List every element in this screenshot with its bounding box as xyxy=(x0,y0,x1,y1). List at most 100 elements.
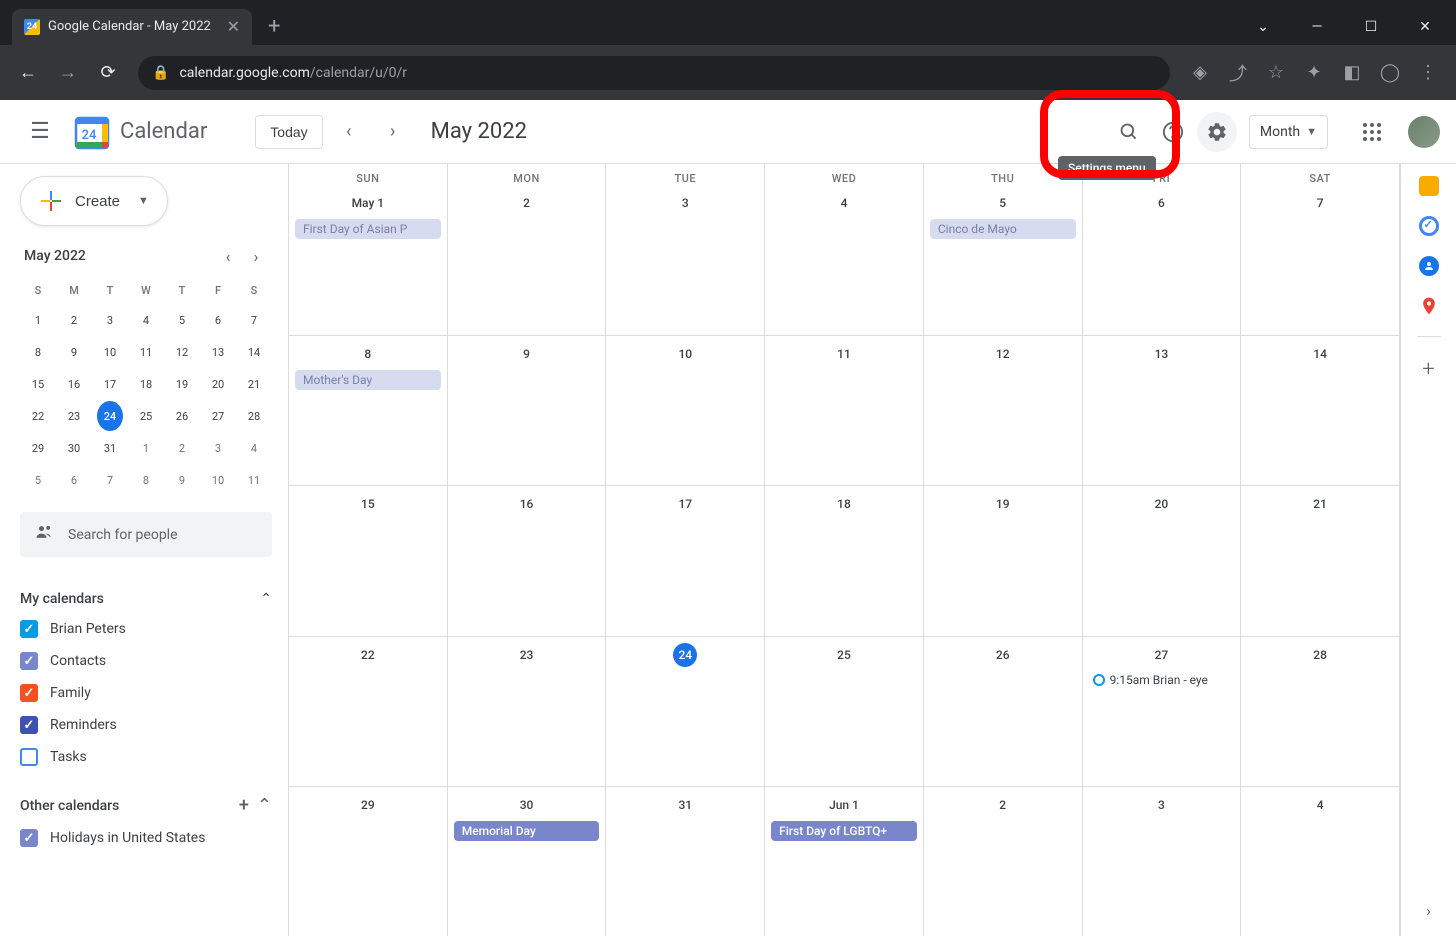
day-cell[interactable]: 20 xyxy=(1083,486,1242,635)
day-number[interactable]: 3 xyxy=(1149,793,1173,817)
mini-day[interactable]: 6 xyxy=(205,305,231,335)
mini-next-button[interactable]: › xyxy=(244,244,268,268)
mini-day[interactable]: 7 xyxy=(241,305,267,335)
day-number[interactable]: 18 xyxy=(832,492,856,516)
day-number[interactable]: 26 xyxy=(991,643,1015,667)
prev-month-button[interactable]: ‹ xyxy=(331,114,367,150)
day-cell[interactable]: 16 xyxy=(448,486,607,635)
tasks-icon[interactable] xyxy=(1419,216,1439,236)
close-window-button[interactable]: ✕ xyxy=(1402,12,1448,42)
day-number[interactable]: 24 xyxy=(673,643,697,667)
day-cell[interactable]: Jun 1First Day of LGBTQ+ xyxy=(765,787,924,936)
day-cell[interactable]: 279:15am Brian - eye xyxy=(1083,637,1242,786)
calendar-item[interactable]: ✓Family xyxy=(20,677,272,709)
mini-day[interactable]: 30 xyxy=(61,433,87,463)
day-number[interactable]: 31 xyxy=(673,793,697,817)
day-cell[interactable]: 7 xyxy=(1241,185,1400,335)
mini-day[interactable]: 11 xyxy=(241,465,267,495)
day-cell[interactable]: 13 xyxy=(1083,336,1242,485)
day-number[interactable]: 9 xyxy=(515,342,539,366)
event-chip[interactable]: Cinco de Mayo xyxy=(930,219,1076,239)
day-number[interactable]: 12 xyxy=(991,342,1015,366)
mini-day[interactable]: 19 xyxy=(169,369,195,399)
back-button[interactable]: ← xyxy=(12,57,44,89)
mini-day[interactable]: 6 xyxy=(61,465,87,495)
mini-day[interactable]: 15 xyxy=(25,369,51,399)
today-button[interactable]: Today xyxy=(255,115,322,149)
day-cell[interactable]: 17 xyxy=(606,486,765,635)
day-number[interactable]: 14 xyxy=(1308,342,1332,366)
checkbox[interactable]: ✓ xyxy=(20,716,38,734)
day-cell[interactable]: 6 xyxy=(1083,185,1242,335)
day-cell[interactable]: 9 xyxy=(448,336,607,485)
day-number[interactable]: 23 xyxy=(515,643,539,667)
day-cell[interactable]: 25 xyxy=(765,637,924,786)
keep-icon[interactable] xyxy=(1419,176,1439,196)
day-number[interactable]: 4 xyxy=(832,191,856,215)
checkbox[interactable] xyxy=(20,748,38,766)
menu-icon[interactable]: ⋮ xyxy=(1412,57,1444,89)
reload-button[interactable]: ⟳ xyxy=(92,57,124,89)
mini-day[interactable]: 21 xyxy=(241,369,267,399)
mini-day[interactable]: 12 xyxy=(169,337,195,367)
other-calendars-header[interactable]: Other calendars + ⌃ xyxy=(20,789,272,822)
event-chip[interactable]: Memorial Day xyxy=(454,821,600,841)
day-number[interactable]: 30 xyxy=(515,793,539,817)
mini-day[interactable]: 1 xyxy=(133,433,159,463)
mini-day[interactable]: 7 xyxy=(97,465,123,495)
day-number[interactable]: 22 xyxy=(356,643,380,667)
day-number[interactable]: 13 xyxy=(1149,342,1173,366)
mini-day[interactable]: 22 xyxy=(25,401,51,431)
day-number[interactable]: 20 xyxy=(1149,492,1173,516)
mini-day[interactable]: 4 xyxy=(241,433,267,463)
day-number[interactable]: 16 xyxy=(515,492,539,516)
mini-day[interactable]: 17 xyxy=(97,369,123,399)
day-number[interactable]: 29 xyxy=(356,793,380,817)
day-cell[interactable]: 29 xyxy=(289,787,448,936)
view-selector[interactable]: Month ▼ xyxy=(1249,115,1328,149)
sidepanel-icon[interactable]: ◧ xyxy=(1336,57,1368,89)
day-number[interactable]: 11 xyxy=(832,342,856,366)
day-cell[interactable]: 18 xyxy=(765,486,924,635)
day-cell[interactable]: 12 xyxy=(924,336,1083,485)
mini-day[interactable]: 23 xyxy=(61,401,87,431)
google-apps-button[interactable] xyxy=(1352,112,1392,152)
expand-rail-button[interactable]: › xyxy=(1426,901,1431,920)
day-number[interactable]: 2 xyxy=(991,793,1015,817)
calendar-item[interactable]: ✓Holidays in United States xyxy=(20,822,272,854)
profile-icon[interactable]: ◯ xyxy=(1374,57,1406,89)
eye-icon[interactable]: ◈ xyxy=(1184,57,1216,89)
day-cell[interactable]: 28 xyxy=(1241,637,1400,786)
day-cell[interactable]: 14 xyxy=(1241,336,1400,485)
day-cell[interactable]: 8Mother's Day xyxy=(289,336,448,485)
day-cell[interactable]: 19 xyxy=(924,486,1083,635)
day-number[interactable]: 19 xyxy=(991,492,1015,516)
mini-day[interactable]: 11 xyxy=(133,337,159,367)
account-avatar[interactable] xyxy=(1408,116,1440,148)
mini-day[interactable]: 16 xyxy=(61,369,87,399)
forward-button[interactable]: → xyxy=(52,57,84,89)
mini-day[interactable]: 2 xyxy=(169,433,195,463)
my-calendars-header[interactable]: My calendars ⌃ xyxy=(20,585,272,613)
day-cell[interactable]: 15 xyxy=(289,486,448,635)
day-number[interactable]: 10 xyxy=(673,342,697,366)
mini-day[interactable]: 14 xyxy=(241,337,267,367)
day-number[interactable]: May 1 xyxy=(293,191,443,215)
mini-day[interactable]: 9 xyxy=(61,337,87,367)
checkbox[interactable]: ✓ xyxy=(20,652,38,670)
mini-day[interactable]: 2 xyxy=(61,305,87,335)
checkbox[interactable]: ✓ xyxy=(20,620,38,638)
mini-day[interactable]: 10 xyxy=(97,337,123,367)
day-number[interactable]: 17 xyxy=(673,492,697,516)
url-field[interactable]: 🔒 calendar.google.com/calendar/u/0/r xyxy=(138,56,1170,90)
day-number[interactable]: 4 xyxy=(1308,793,1332,817)
mini-day[interactable]: 26 xyxy=(169,401,195,431)
day-number[interactable]: 5 xyxy=(991,191,1015,215)
mini-day[interactable]: 3 xyxy=(97,305,123,335)
day-cell[interactable]: 30 Memorial Day xyxy=(448,787,607,936)
mini-day[interactable]: 25 xyxy=(133,401,159,431)
mini-day[interactable]: 20 xyxy=(205,369,231,399)
star-icon[interactable]: ☆ xyxy=(1260,57,1292,89)
mini-day[interactable]: 5 xyxy=(169,305,195,335)
calendar-item[interactable]: ✓Brian Peters xyxy=(20,613,272,645)
